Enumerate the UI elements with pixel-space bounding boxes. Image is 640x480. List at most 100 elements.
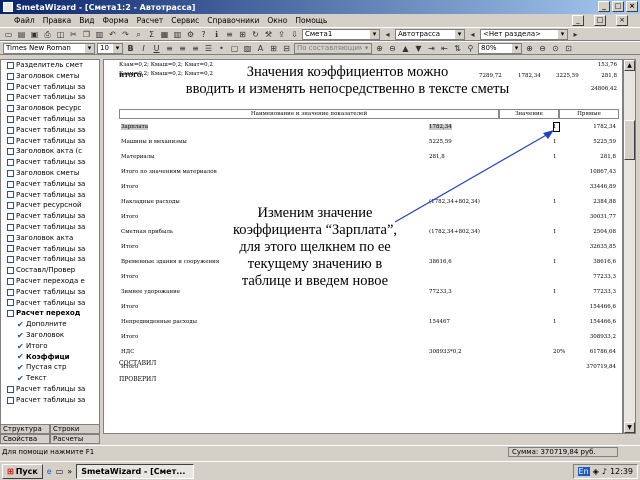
underline-icon[interactable]: U [151, 43, 162, 54]
tab-structure[interactable]: Структура [0, 424, 50, 434]
zoom-page-icon[interactable]: ⊡ [563, 43, 574, 54]
print-icon[interactable]: ⎙ [42, 29, 53, 40]
insert-row-icon[interactable]: ⊕ [374, 43, 385, 54]
grid-lines-icon[interactable]: ⊞ [268, 43, 279, 54]
menu-window[interactable]: Окно [267, 16, 287, 25]
open-icon[interactable]: ▤ [16, 29, 27, 40]
maximize-button[interactable]: □ [612, 1, 624, 12]
tree-item[interactable]: Расчет таблицы за [1, 222, 99, 233]
tree-item[interactable]: Расчет таблицы за [1, 395, 99, 406]
save-icon[interactable]: ▣ [29, 29, 40, 40]
sort-icon[interactable]: ⇅ [452, 43, 463, 54]
menu-service[interactable]: Сервис [171, 16, 199, 25]
indent-icon[interactable]: ⇥ [426, 43, 437, 54]
tree-item[interactable]: ✔ Заголовок [1, 330, 99, 341]
mdi-minimize-button[interactable]: _ [572, 15, 584, 26]
row-coefficient[interactable]: 1 [553, 154, 557, 160]
tree-item[interactable]: Разделитель смет [1, 60, 99, 71]
zoom-out-icon[interactable]: ⊖ [537, 43, 548, 54]
tree-item[interactable]: Расчет таблицы за [1, 287, 99, 298]
minimize-button[interactable]: _ [598, 1, 610, 12]
import-icon[interactable]: ⇩ [289, 29, 300, 40]
justify-icon[interactable]: ☰ [203, 43, 214, 54]
menu-file[interactable]: Файл [14, 16, 35, 25]
tree-item[interactable]: Расчет перехода е [1, 276, 99, 287]
merge-icon[interactable]: ⊟ [281, 43, 292, 54]
preview-icon[interactable]: ◫ [55, 29, 66, 40]
cell-cursor[interactable] [553, 122, 560, 132]
refresh-icon[interactable]: ↻ [250, 29, 261, 40]
tree-item[interactable]: ✔ Текст [1, 373, 99, 384]
new-icon[interactable]: ▭ [3, 29, 14, 40]
object-select[interactable]: Автотрасса [395, 28, 465, 40]
tab-calculations[interactable]: Расчеты [50, 434, 100, 444]
tree-item[interactable]: Расчет таблицы за [1, 190, 99, 201]
tree-item[interactable]: Расчет таблицы за [1, 136, 99, 147]
tree-item[interactable]: Расчет таблицы за [1, 125, 99, 136]
scroll-thumb[interactable] [624, 120, 635, 160]
table-icon[interactable]: ▦ [159, 29, 170, 40]
scroll-down-icon[interactable]: ▼ [624, 422, 635, 433]
delete-row-icon[interactable]: ⊖ [387, 43, 398, 54]
row-coefficient[interactable]: 1 [553, 199, 557, 205]
grid-icon[interactable]: ⊞ [237, 29, 248, 40]
info-icon[interactable]: ℹ [211, 29, 222, 40]
menu-edit[interactable]: Правка [43, 16, 72, 25]
tree-item[interactable]: Расчет таблицы за [1, 384, 99, 395]
tree-item[interactable]: Расчет таблицы за [1, 244, 99, 255]
smeta-nav-icon[interactable]: ◂ [382, 29, 393, 40]
menu-help[interactable]: Помощь [295, 16, 327, 25]
row-coefficient[interactable]: 1 [553, 229, 557, 235]
text-color-icon[interactable]: A [255, 43, 266, 54]
start-button[interactable]: ⊞ Пуск [2, 463, 43, 479]
row-coefficient[interactable]: 20% [553, 349, 565, 355]
object-nav-icon[interactable]: ◂ [467, 29, 478, 40]
tree-item[interactable]: Расчет таблицы за [1, 157, 99, 168]
section-select[interactable]: <Нет раздела> [480, 28, 568, 40]
fill-icon[interactable]: ▧ [242, 43, 253, 54]
menu-reference[interactable]: Справочники [207, 16, 259, 25]
find-icon[interactable]: ⌕ [133, 29, 144, 40]
tree-item[interactable]: Расчет таблицы за [1, 114, 99, 125]
copy-icon[interactable]: ❐ [81, 29, 92, 40]
tree-item[interactable]: Расчет таблицы за [1, 254, 99, 265]
taskbar-smetawizard-button[interactable]: SmetaWizard - [Смет... [76, 463, 195, 479]
menu-view[interactable]: Вид [79, 16, 94, 25]
tree-item[interactable]: Заголовок сметы [1, 168, 99, 179]
vertical-scrollbar[interactable]: ▲ ▼ [623, 59, 636, 434]
align-left-icon[interactable]: ≡ [164, 43, 175, 54]
tree-item[interactable]: Расчет ресурсной [1, 200, 99, 211]
smeta-select[interactable]: Смета1 [302, 28, 380, 40]
scroll-up-icon[interactable]: ▲ [624, 60, 635, 71]
align-center-icon[interactable]: ≡ [177, 43, 188, 54]
tree-item[interactable]: Составл/Провер [1, 265, 99, 276]
section-nav-icon[interactable]: ▸ [570, 29, 581, 40]
font-size-select[interactable]: 10 [97, 42, 123, 54]
font-select[interactable]: Times New Roman [3, 42, 95, 54]
move-down-icon[interactable]: ▼ [413, 43, 424, 54]
settings-icon[interactable]: ⚙ [185, 29, 196, 40]
tree-item[interactable]: Заголовок ресурс [1, 103, 99, 114]
style-select[interactable]: По составляющим [294, 42, 372, 54]
zoom-fit-icon[interactable]: ⊙ [550, 43, 561, 54]
help-icon[interactable]: ? [198, 29, 209, 40]
redo-icon[interactable]: ↷ [120, 29, 131, 40]
tray-volume-icon[interactable]: ♪ [602, 467, 607, 476]
move-up-icon[interactable]: ▲ [400, 43, 411, 54]
tree-item[interactable]: Расчет таблицы за [1, 298, 99, 309]
mdi-maximize-button[interactable]: □ [594, 15, 606, 26]
list-icon[interactable]: ≡ [224, 29, 235, 40]
outdent-icon[interactable]: ⇤ [439, 43, 450, 54]
menu-calc[interactable]: Расчет [137, 16, 164, 25]
tray-lang[interactable]: En [577, 467, 590, 476]
tree-item[interactable]: Заголовок сметы [1, 71, 99, 82]
tree-item[interactable]: Заголовок акта [1, 233, 99, 244]
tree-item[interactable]: Заголовок акта (с [1, 146, 99, 157]
bullets-icon[interactable]: • [216, 43, 227, 54]
undo-icon[interactable]: ↶ [107, 29, 118, 40]
border-icon[interactable]: ▢ [229, 43, 240, 54]
row-coefficient[interactable]: 1 [553, 289, 557, 295]
mdi-close-button[interactable]: × [616, 15, 628, 26]
tree-item[interactable]: Расчет таблицы за [1, 92, 99, 103]
structure-tree[interactable]: Разделитель смет Заголовок сметы Расчет та… [0, 59, 100, 434]
